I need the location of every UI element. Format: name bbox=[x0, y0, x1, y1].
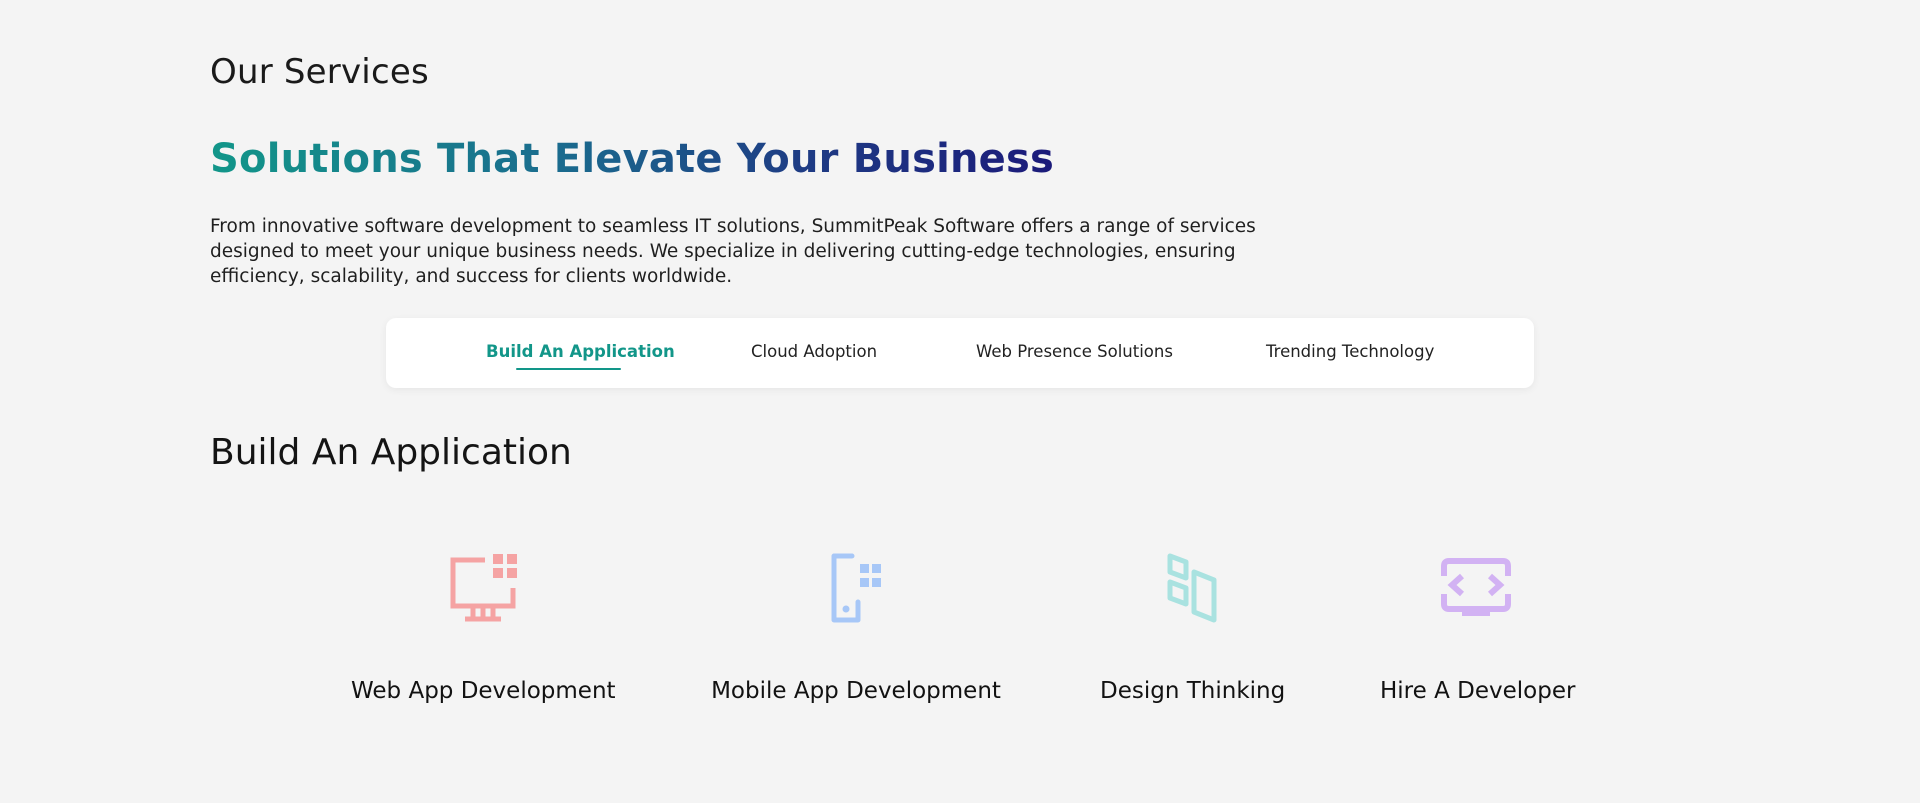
mobile-grid-icon bbox=[831, 553, 881, 623]
design-blocks-icon bbox=[1167, 553, 1217, 623]
service-label: Web App Development bbox=[351, 678, 616, 704]
tab-cloud-adoption[interactable]: Cloud Adoption bbox=[751, 342, 877, 361]
service-card-hire-developer[interactable]: Hire A Developer bbox=[1380, 552, 1576, 704]
service-card-design-thinking[interactable]: Design Thinking bbox=[1100, 552, 1286, 704]
monitor-grid-icon bbox=[450, 554, 517, 622]
service-label: Hire A Developer bbox=[1380, 678, 1576, 704]
tab-build-an-application[interactable]: Build An Application bbox=[486, 342, 675, 361]
service-card-mobile-app[interactable]: Mobile App Development bbox=[710, 552, 1002, 704]
service-tabs: Build An Application Cloud Adoption Web … bbox=[386, 318, 1534, 388]
service-card-web-app[interactable]: Web App Development bbox=[351, 552, 616, 704]
services-page: Our Services Solutions That Elevate Your… bbox=[0, 0, 1920, 803]
service-label: Mobile App Development bbox=[711, 678, 1001, 704]
tab-trending-technology[interactable]: Trending Technology bbox=[1266, 342, 1434, 361]
headline: Solutions That Elevate Your Business bbox=[210, 136, 1055, 182]
service-label: Design Thinking bbox=[1100, 678, 1286, 704]
active-tab-indicator bbox=[516, 368, 621, 370]
code-monitor-icon bbox=[1441, 558, 1511, 616]
section-title: Build An Application bbox=[210, 432, 572, 473]
intro-paragraph: From innovative software development to … bbox=[210, 216, 1256, 287]
eyebrow-heading: Our Services bbox=[210, 52, 429, 92]
tab-web-presence-solutions[interactable]: Web Presence Solutions bbox=[976, 342, 1173, 361]
